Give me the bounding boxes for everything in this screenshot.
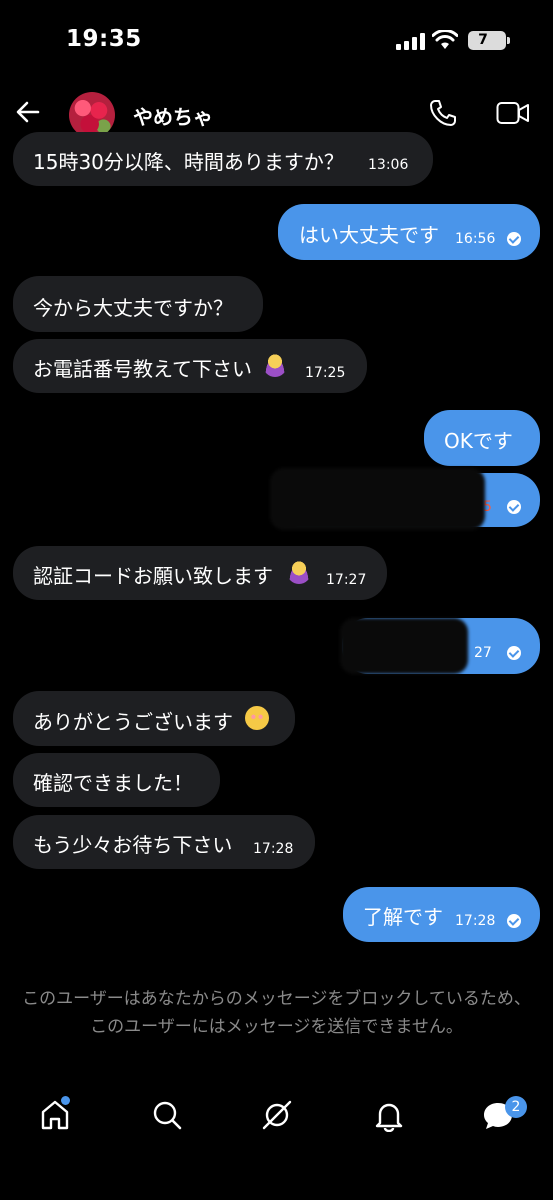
message-timestamp: 17:28 bbox=[253, 841, 294, 857]
notifications-bell-icon[interactable] bbox=[372, 1098, 406, 1132]
smiling-face-emoji-icon bbox=[245, 706, 269, 730]
message-text: 認証コードお願い致します bbox=[33, 564, 273, 588]
battery-icon: 7 bbox=[468, 31, 510, 50]
status-time: 19:35 bbox=[66, 26, 142, 52]
message-outgoing[interactable]: OKです bbox=[424, 410, 540, 466]
message-text: 15時30分以降、時間ありますか？ bbox=[33, 150, 344, 174]
message-timestamp: 17:27 bbox=[326, 572, 367, 588]
message-text: 確認できました！ bbox=[33, 771, 193, 795]
message-outgoing[interactable]: はい大丈夫です 16:56 bbox=[278, 204, 540, 260]
battery-level: 7 bbox=[478, 32, 488, 48]
phone-icon[interactable] bbox=[428, 98, 458, 128]
home-unread-dot bbox=[61, 1096, 70, 1105]
message-incoming[interactable]: お電話番号教えて下さい 17:25 bbox=[13, 339, 367, 393]
message-outgoing[interactable]: 了解です 17:28 bbox=[343, 887, 540, 942]
back-arrow-icon[interactable] bbox=[14, 98, 42, 126]
messages-badge: 2 bbox=[505, 1096, 527, 1118]
message-incoming[interactable]: もう少々お待ち下さい 17:28 bbox=[13, 815, 315, 869]
message-text: OKです bbox=[444, 429, 513, 453]
message-incoming[interactable]: 今から大丈夫ですか？ bbox=[13, 276, 263, 332]
message-text: はい大丈夫です bbox=[299, 223, 439, 247]
message-text: 今から大丈夫ですか？ bbox=[33, 296, 233, 320]
redaction-mark bbox=[270, 468, 485, 530]
grok-icon[interactable] bbox=[260, 1098, 294, 1132]
bottom-tab-bar bbox=[0, 1080, 553, 1160]
message-timestamp: 13:06 bbox=[368, 157, 409, 173]
message-text: お電話番号教えて下さい bbox=[33, 357, 252, 381]
blocked-notice: このユーザーはあなたからのメッセージをブロックしているため、このユーザーにはメッ… bbox=[22, 989, 531, 1037]
read-check-icon bbox=[507, 500, 521, 514]
message-incoming[interactable]: 15時30分以降、時間ありますか？ 13:06 bbox=[13, 132, 433, 186]
person-bowing-emoji-icon bbox=[287, 560, 311, 584]
message-incoming[interactable]: 認証コードお願い致します 17:27 bbox=[13, 546, 387, 600]
cellular-signal-icon bbox=[396, 33, 425, 50]
person-bowing-emoji-icon bbox=[263, 353, 287, 377]
message-timestamp: 16:56 bbox=[455, 231, 496, 247]
message-timestamp: 27 bbox=[474, 645, 492, 661]
message-incoming[interactable]: 確認できました！ bbox=[13, 753, 220, 807]
message-incoming[interactable]: ありがとうございます bbox=[13, 691, 295, 746]
read-check-icon bbox=[507, 914, 521, 928]
video-call-icon[interactable] bbox=[496, 100, 530, 126]
message-text: ありがとうございます bbox=[33, 710, 233, 734]
message-timestamp: 17:28 bbox=[455, 913, 496, 929]
read-check-icon bbox=[507, 232, 521, 246]
contact-name[interactable]: やめちゃ bbox=[133, 101, 213, 130]
read-check-icon bbox=[507, 646, 521, 660]
message-timestamp: 17:25 bbox=[305, 365, 346, 381]
status-bar: 19:35 7 bbox=[0, 0, 553, 80]
search-icon[interactable] bbox=[150, 1098, 184, 1132]
wifi-icon bbox=[432, 30, 458, 49]
redaction-mark bbox=[340, 618, 468, 674]
message-text: 了解です bbox=[363, 905, 443, 929]
message-text: もう少々お待ち下さい bbox=[33, 833, 233, 857]
